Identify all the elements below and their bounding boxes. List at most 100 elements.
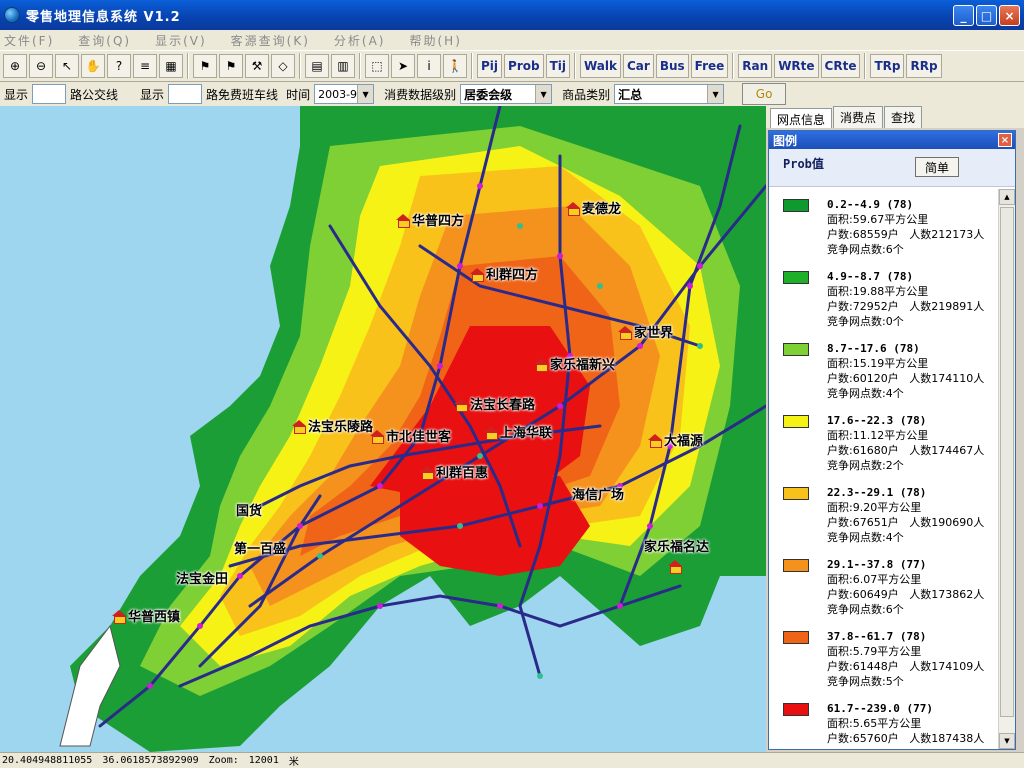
tab-search[interactable]: 查找 [884, 106, 923, 128]
store-label[interactable]: 海信广场 [572, 484, 624, 503]
legend-competitors: 竞争网点数:5个 [827, 675, 904, 688]
tij-button[interactable]: Tij [545, 54, 570, 78]
maximize-button[interactable]: □ [976, 5, 997, 26]
menu-help[interactable]: 帮助(H) [409, 32, 461, 49]
store-label[interactable]: 大福源 [648, 430, 703, 449]
pan-hand-icon[interactable]: ✋ [81, 54, 105, 78]
free-button[interactable]: Free [690, 54, 729, 78]
store-label[interactable] [668, 560, 682, 574]
table-icon[interactable]: ▤ [305, 54, 329, 78]
menu-file[interactable]: 文件(F) [4, 32, 54, 49]
tab-consumption-points[interactable]: 消费点 [833, 106, 884, 128]
scroll-thumb[interactable] [1000, 207, 1014, 717]
legend-population: 人数190690人 [909, 516, 985, 529]
trp-button[interactable]: TRp [870, 54, 905, 78]
menu-view[interactable]: 显示(V) [155, 32, 207, 49]
minimize-button[interactable]: _ [953, 5, 974, 26]
free-shuttle-count-input[interactable] [168, 84, 203, 104]
legend-range: 4.9--8.7 (78) [827, 270, 914, 283]
store-label[interactable]: 法宝金田 [176, 568, 228, 587]
store-label[interactable]: 家乐福新兴 [534, 354, 615, 373]
store-red-icon[interactable]: ⚑ [219, 54, 243, 78]
legend-area: 面积:15.19平方公里 [827, 357, 929, 370]
map-canvas[interactable]: 华普四方 麦德龙 利群四方 家世界 家乐福新兴 法宝长春路 法宝乐陵路 市北佳世… [0, 106, 766, 752]
category-label: 商品类别 [562, 87, 611, 102]
close-icon[interactable]: × [998, 133, 1012, 147]
zoom-in-icon[interactable]: ⊕ [3, 54, 27, 78]
crte-button[interactable]: CRte [820, 54, 861, 78]
status-unit: 米 [288, 757, 299, 768]
arrow-select-icon[interactable]: ➤ [391, 54, 415, 78]
legend-households-population: 户数:60649户 人数173862人 [827, 587, 984, 602]
close-button[interactable]: × [999, 5, 1020, 26]
map-view-icon[interactable]: ▦ [159, 54, 183, 78]
menu-query[interactable]: 查询(Q) [78, 32, 131, 49]
building-icon[interactable]: ▥ [331, 54, 355, 78]
menu-analysis[interactable]: 分析(A) [334, 32, 386, 49]
time-select[interactable]: 2003-9 ▼ [314, 84, 375, 104]
info-icon[interactable]: i [417, 54, 441, 78]
eraser-icon[interactable]: ◇ [271, 54, 295, 78]
help-icon[interactable]: ? [107, 54, 131, 78]
shuttle-stop [537, 673, 543, 679]
globe-app-icon [4, 7, 20, 23]
store-label[interactable]: 利群百惠 [420, 462, 488, 481]
legend-header: Prob值 简单 [769, 149, 1015, 187]
store-icon [470, 267, 484, 282]
legend-households-population: 户数:67651户 人数190690人 [827, 515, 984, 530]
bus-stop [557, 403, 563, 409]
store-icon [648, 433, 662, 448]
store-label[interactable]: 国货 [236, 500, 262, 519]
zoom-out-icon[interactable]: ⊖ [29, 54, 53, 78]
store-green-icon[interactable]: ⚑ [193, 54, 217, 78]
store-label[interactable]: 市北佳世客 [370, 426, 451, 445]
store-label[interactable]: 法宝长春路 [454, 394, 535, 413]
legend-scrollbar[interactable]: ▲ ▼ [998, 189, 1015, 749]
store-label[interactable]: 家世界 [618, 322, 673, 341]
pointer-icon[interactable]: ↖ [55, 54, 79, 78]
walker-icon[interactable]: 🚶 [443, 54, 467, 78]
chevron-down-icon: ▼ [707, 85, 724, 103]
legend-area: 面积:59.67平方公里 [827, 213, 929, 226]
car-button[interactable]: Car [623, 54, 654, 78]
go-button[interactable]: Go [742, 83, 787, 105]
ran-button[interactable]: Ran [738, 54, 773, 78]
consume-level-select[interactable]: 居委会级 ▼ [460, 84, 553, 104]
pij-button[interactable]: Pij [477, 54, 503, 78]
legend-swatch [783, 487, 809, 500]
legend-range: 37.8--61.7 (78) [827, 630, 927, 643]
simple-button[interactable]: 简单 [915, 157, 959, 177]
store-label[interactable]: 利群四方 [470, 264, 538, 283]
status-x-coordinate: 20.404948811055 [2, 755, 93, 766]
rrp-button[interactable]: RRp [906, 54, 942, 78]
scroll-down-icon[interactable]: ▼ [999, 733, 1015, 749]
walk-button[interactable]: Walk [580, 54, 621, 78]
tab-outlet-info[interactable]: 网点信息 [770, 108, 833, 128]
menu-customer-query[interactable]: 客源查询(K) [231, 32, 310, 49]
category-select[interactable]: 汇总 ▼ [614, 84, 725, 104]
legend-households: 户数:61680户 [827, 444, 899, 457]
wrte-button[interactable]: WRte [774, 54, 819, 78]
tools-icon[interactable]: ⚒ [245, 54, 269, 78]
shuttle-stop [477, 453, 483, 459]
store-label[interactable]: 麦德龙 [566, 198, 621, 217]
store-label[interactable]: 家乐福名达 [644, 536, 709, 555]
bus-stop [437, 363, 443, 369]
select-area-icon[interactable]: ⬚ [365, 54, 389, 78]
legend-population: 人数187438人 [909, 732, 985, 745]
layers-icon[interactable]: ≡ [133, 54, 157, 78]
scroll-up-icon[interactable]: ▲ [999, 189, 1015, 205]
store-label[interactable]: 华普西镇 [112, 606, 180, 625]
bus-button[interactable]: Bus [655, 54, 689, 78]
bus-route-count-input[interactable] [32, 84, 67, 104]
legend-competitors: 竞争网点数:6个 [827, 243, 904, 256]
prob-button[interactable]: Prob [504, 54, 544, 78]
store-label[interactable]: 第一百盛 [234, 538, 286, 557]
store-label[interactable]: 法宝乐陵路 [292, 416, 373, 435]
legend-area: 面积:19.88平方公里 [827, 285, 929, 298]
toolbar-separator [359, 53, 361, 79]
legend-range: 8.7--17.6 (78) [827, 342, 920, 355]
store-label[interactable]: 华普四方 [396, 210, 464, 229]
chevron-down-icon: ▼ [535, 85, 552, 103]
store-label[interactable]: 上海华联 [484, 422, 552, 441]
